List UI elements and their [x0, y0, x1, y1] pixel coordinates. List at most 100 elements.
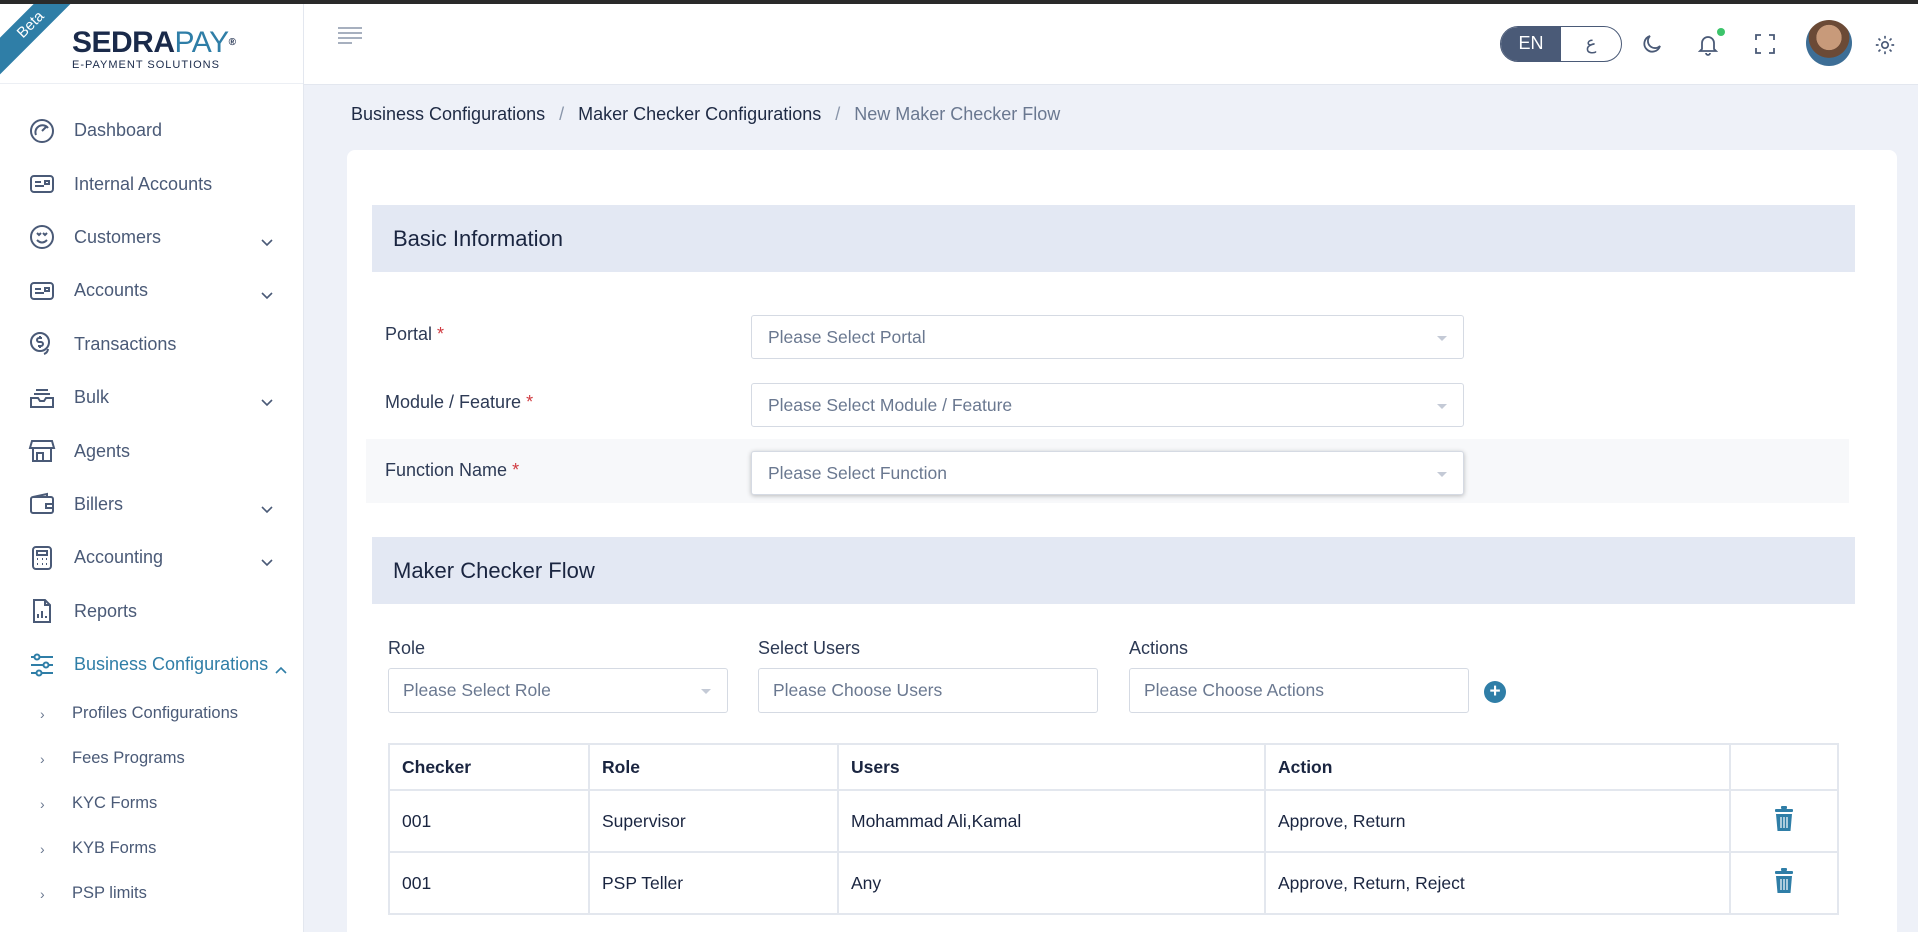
sidebar-item-billers[interactable]: Billers	[0, 478, 303, 531]
dashboard-gauge-icon	[28, 117, 56, 145]
chevron-right-icon: ›	[40, 840, 45, 857]
sidebar-subitem-psp-limits[interactable]: › PSP limits	[0, 871, 303, 916]
language-switcher[interactable]: EN ع	[1500, 26, 1622, 62]
required-mark: *	[512, 460, 520, 480]
chevron-right-icon: ›	[40, 750, 45, 767]
caret-down-icon	[701, 689, 711, 694]
cell-checker: 001	[388, 789, 590, 853]
sidebar-item-label: Accounting	[74, 547, 164, 568]
trash-icon[interactable]	[1773, 805, 1795, 836]
module-select[interactable]: Please Select Module / Feature	[751, 383, 1464, 427]
portal-select-placeholder: Please Select Portal	[768, 327, 926, 347]
top-header: EN ع	[304, 4, 1918, 85]
sidebar-item-label: Bulk	[74, 387, 110, 408]
users-input[interactable]: Please Choose Users	[758, 668, 1098, 713]
cell-role: Supervisor	[588, 789, 839, 853]
sidebar-item-bulk[interactable]: Bulk	[0, 371, 303, 424]
cell-users: Mohammad Ali,Kamal	[837, 789, 1266, 853]
basic-information-header: Basic Information	[372, 205, 1855, 272]
sidebar-subitem-fees-programs[interactable]: › Fees Programs	[0, 736, 303, 781]
cell-users: Any	[837, 851, 1266, 915]
sidebar-subitem-label: KYB Forms	[72, 839, 157, 858]
breadcrumb-separator: /	[559, 104, 565, 124]
inbox-tray-icon	[28, 384, 56, 412]
id-card-icon	[28, 170, 56, 198]
breadcrumb-current: New Maker Checker Flow	[854, 104, 1061, 124]
smiley-face-icon	[28, 223, 56, 251]
actions-input-placeholder: Please Choose Actions	[1144, 680, 1324, 700]
required-mark: *	[526, 392, 534, 412]
column-header-checker: Checker	[388, 743, 590, 791]
portal-select[interactable]: Please Select Portal	[751, 315, 1464, 359]
chevron-right-icon: ›	[40, 795, 45, 812]
chevron-down-icon	[261, 498, 273, 519]
trash-icon[interactable]	[1773, 867, 1795, 898]
sidebar-item-customers[interactable]: Customers	[0, 211, 303, 264]
sidebar-subitem-profiles-configurations[interactable]: › Profiles Configurations	[0, 691, 303, 736]
trademark-mark: ®	[228, 37, 236, 48]
caret-down-icon	[1437, 336, 1447, 341]
brand-name-part2: PAY	[174, 26, 230, 59]
sidebar-item-reports[interactable]: Reports	[0, 585, 303, 638]
sidebar-item-label: Customers	[74, 226, 162, 247]
chevron-up-icon	[275, 658, 287, 679]
function-select[interactable]: Please Select Function	[751, 451, 1464, 495]
language-ar-button[interactable]: ع	[1561, 27, 1621, 61]
cell-checker: 001	[388, 851, 590, 915]
sidebar-item-transactions[interactable]: Transactions	[0, 318, 303, 371]
sidebar-subitem-kyc-forms[interactable]: › KYC Forms	[0, 781, 303, 826]
gear-icon[interactable]	[1874, 34, 1896, 61]
sidebar-item-agents[interactable]: Agents	[0, 424, 303, 477]
sidebar-item-business-configurations[interactable]: Business Configurations	[0, 638, 303, 691]
sidebar-item-accounting[interactable]: Accounting	[0, 531, 303, 584]
cell-delete	[1729, 789, 1839, 853]
sidebar-item-internal-accounts[interactable]: Internal Accounts	[0, 157, 303, 210]
cell-delete	[1729, 851, 1839, 915]
role-select[interactable]: Please Select Role	[388, 668, 728, 713]
language-en-button[interactable]: EN	[1501, 27, 1561, 61]
sidebar-item-label: Reports	[74, 600, 138, 621]
column-header-role: Role	[588, 743, 839, 791]
sidebar-subitem-label: Profiles Configurations	[72, 704, 238, 723]
add-checker-button[interactable]: +	[1484, 681, 1506, 703]
sidebar-item-label: Accounts	[74, 280, 149, 301]
chevron-down-icon	[261, 551, 273, 572]
brand-name-part1: SEDRA	[72, 26, 175, 59]
id-card-icon	[28, 277, 56, 305]
function-select-placeholder: Please Select Function	[768, 463, 947, 483]
moon-icon[interactable]	[1640, 32, 1664, 61]
sidebar-item-label: Internal Accounts	[74, 173, 213, 194]
sidebar-item-dashboard[interactable]: Dashboard	[0, 104, 303, 157]
chevron-right-icon: ›	[40, 885, 45, 902]
breadcrumb: Business Configurations / Maker Checker …	[351, 104, 1060, 125]
breadcrumb-maker-checker-configurations[interactable]: Maker Checker Configurations	[578, 104, 821, 125]
cell-action: Approve, Return	[1264, 789, 1731, 853]
chevron-down-icon	[261, 284, 273, 305]
actions-label: Actions	[1129, 638, 1189, 658]
sidebar-subitem-kyb-forms[interactable]: › KYB Forms	[0, 826, 303, 871]
column-header-delete	[1729, 743, 1839, 791]
report-document-icon	[28, 597, 56, 625]
caret-down-icon	[1437, 472, 1447, 477]
sidebar-item-accounts[interactable]: Accounts	[0, 264, 303, 317]
main-card: Basic Information Portal * Please Select…	[347, 150, 1897, 932]
column-header-action: Action	[1264, 743, 1731, 791]
coin-transfer-icon	[28, 330, 56, 358]
sidebar-item-label: Dashboard	[74, 120, 163, 141]
menu-toggle-icon[interactable]	[336, 24, 364, 51]
actions-input[interactable]: Please Choose Actions	[1129, 668, 1469, 713]
module-label: Module / Feature *	[385, 392, 534, 412]
bell-icon[interactable]	[1696, 32, 1720, 61]
cell-role: PSP Teller	[588, 851, 839, 915]
required-mark: *	[437, 324, 445, 344]
table-row: 001 PSP Teller Any Approve, Return, Reje…	[388, 851, 1839, 915]
function-label: Function Name *	[385, 460, 520, 480]
module-select-placeholder: Please Select Module / Feature	[768, 395, 1013, 415]
brand-logo[interactable]: SEDRAPAY® E-PAYMENT SOLUTIONS	[72, 26, 236, 72]
breadcrumb-business-configurations[interactable]: Business Configurations	[351, 104, 545, 125]
fullscreen-icon[interactable]	[1753, 32, 1777, 61]
select-users-label: Select Users	[758, 638, 861, 658]
user-avatar[interactable]	[1806, 20, 1852, 66]
notification-dot	[1717, 28, 1725, 36]
wallet-icon	[28, 490, 56, 518]
